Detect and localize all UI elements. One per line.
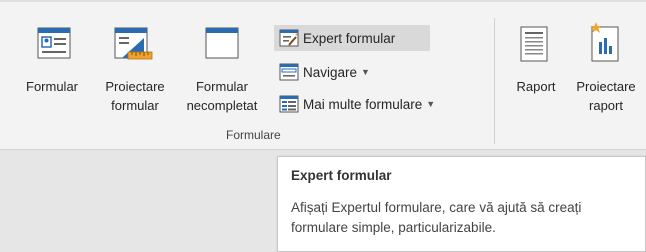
form-design-icon xyxy=(114,26,154,63)
form-wizard-label: Expert formular xyxy=(303,30,396,46)
more-forms-icon xyxy=(279,95,299,113)
form-design-button[interactable]: Proiectare formular xyxy=(94,22,176,122)
more-forms-button[interactable]: Mai multe formulare ▼ xyxy=(274,91,484,117)
form-button-label: Formular xyxy=(26,79,79,94)
chevron-down-icon: ▼ xyxy=(426,99,436,109)
report-label: Raport xyxy=(516,79,556,94)
form-wizard-icon xyxy=(279,29,299,47)
report-design-button[interactable]: Proiectare raport xyxy=(566,22,646,122)
more-forms-label: Mai multe formulare xyxy=(303,96,423,112)
group-separator xyxy=(494,18,495,144)
blank-form-button[interactable]: Formular necompletat xyxy=(176,22,268,122)
form-icon xyxy=(37,26,71,63)
form-wizard-button[interactable]: Expert formular xyxy=(274,25,430,51)
form-design-label-line1: Proiectare xyxy=(105,79,165,94)
navigation-button[interactable]: Navigare ▼ xyxy=(274,59,384,85)
navigation-icon xyxy=(279,63,299,81)
tooltip: Expert formular Afișați Expertul formula… xyxy=(277,156,646,252)
ribbon: Formular Proiectare formular Formular ne… xyxy=(0,0,646,150)
tooltip-description: Afișați Expertul formulare, care vă ajut… xyxy=(291,200,582,235)
chevron-down-icon: ▼ xyxy=(361,67,370,77)
navigation-label: Navigare xyxy=(303,64,358,80)
report-design-icon xyxy=(588,22,622,65)
report-design-label-line1: Proiectare xyxy=(576,79,636,94)
ribbon-top-border xyxy=(0,0,646,2)
report-button[interactable]: Raport xyxy=(506,22,566,122)
group-label-formulare: Formulare xyxy=(226,128,281,142)
report-icon xyxy=(519,26,549,65)
form-design-label-line2: formular xyxy=(111,98,159,113)
blank-form-label-line2: necompletat xyxy=(186,98,258,113)
blank-form-icon xyxy=(205,26,239,63)
tooltip-title: Expert formular xyxy=(291,168,392,183)
blank-form-label-line1: Formular xyxy=(195,79,248,94)
report-design-label-line2: raport xyxy=(589,98,623,113)
form-button[interactable]: Formular xyxy=(22,22,94,122)
